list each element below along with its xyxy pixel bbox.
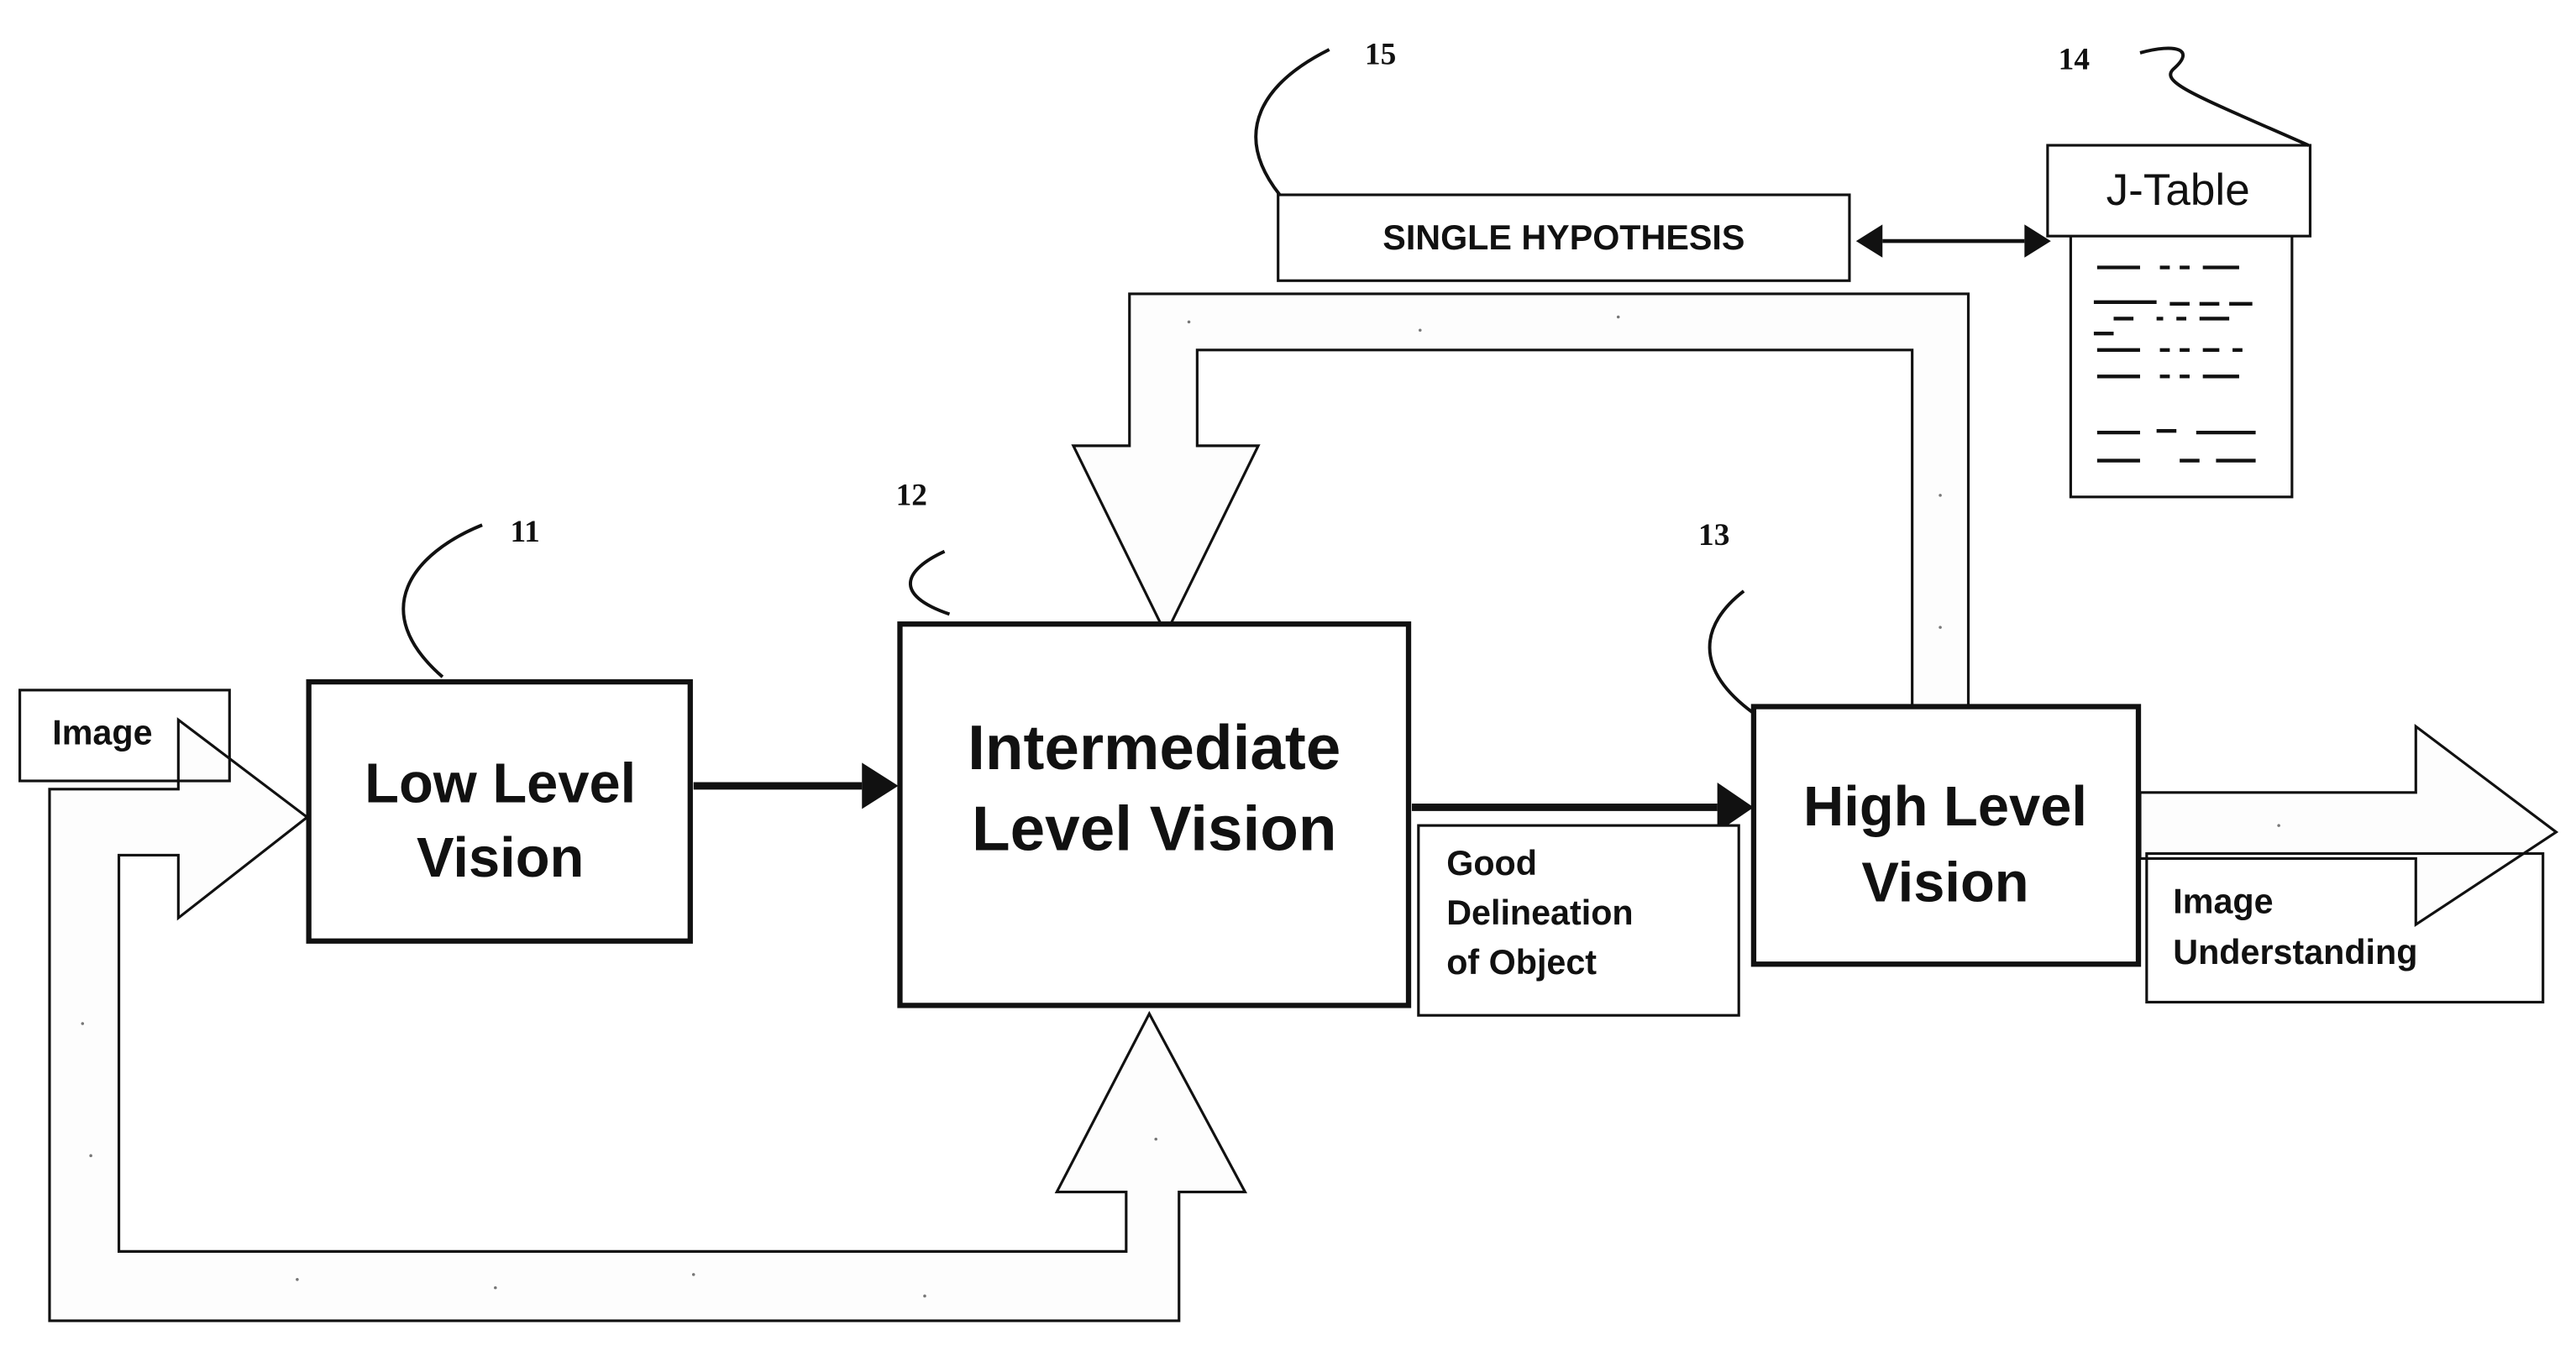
intermediate-level-vision-line2: Level Vision [972,793,1337,864]
ref-number-11: 11 [511,515,540,549]
image-input-label: Image [52,714,152,752]
double-arrow-left-head [1855,224,1883,258]
ref-number-14: 14 [2059,43,2090,77]
leader-line-15 [1254,48,1330,196]
leader-line-14 [2139,46,2310,147]
single-hypothesis-label: SINGLE HYPOTHESIS [1382,218,1744,257]
intermediate-level-vision-line1: Intermediate [968,712,1340,783]
ref-number-12: 12 [896,479,927,513]
j-table-label: J-Table [2106,165,2250,215]
j-table-sheet [2069,214,2294,499]
image-understanding-line1: Image [2173,882,2273,920]
high-level-vision-line1: High Level [1803,775,2087,838]
leader-line-12 [909,549,951,616]
arrow-low-to-intermediate-head [862,762,899,809]
image-understanding-line2: Understanding [2173,933,2417,972]
leader-line-11 [401,523,483,678]
low-level-vision-line2: Vision [417,826,584,889]
high-level-vision-line2: Vision [1861,851,2028,914]
vision-pipeline-diagram: Image Low Level Vision 11 Intermediate L… [18,38,2559,1322]
low-level-vision-line1: Low Level [365,752,636,815]
good-delineation-line1: Good [1446,844,1537,883]
ref-number-15: 15 [1365,38,1396,72]
good-delineation-line2: Delineation [1446,893,1633,932]
good-delineation-line3: of Object [1446,943,1597,982]
leader-line-13 [1708,589,1755,715]
ref-number-13: 13 [1698,518,1729,553]
